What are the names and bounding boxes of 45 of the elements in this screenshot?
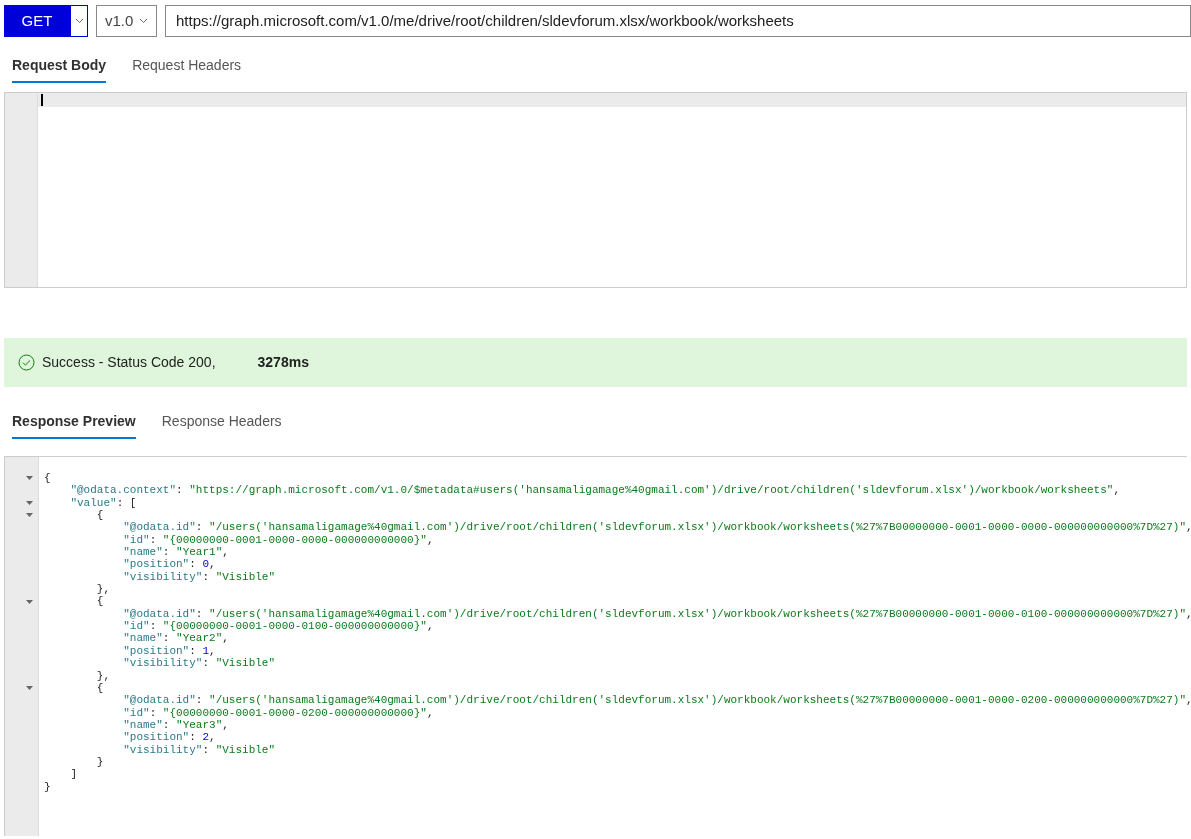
code-line: "id": "{00000000-0001-0000-0100-000000000000}",: [122, 620, 434, 633]
url-field[interactable]: https://graph.microsoft.com/v1.0/me/drive/root/children/sldevforum.xlsx/workbook/worksheets: [165, 5, 1191, 37]
fold-arrow-icon[interactable]: [26, 500, 33, 505]
code-line: }: [44, 780, 51, 793]
tab[interactable]: Request Headers: [132, 50, 242, 83]
code-line: "position": 2,: [122, 731, 216, 744]
code-line: "value": [: [69, 496, 137, 510]
text-cursor: [41, 94, 43, 106]
response-time: 3278ms: [257, 353, 309, 372]
code-line: "@odata.id": "/users('hansamaligamage%40gmail.com')/drive/root/children('sldevforum.xlsx')/workbook/worksheets(%27%7B00000000-0001-0000-0100-000000000000%7D%27)",: [122, 607, 1191, 621]
code-line: {: [44, 472, 51, 485]
method-dropdown-button[interactable]: [70, 5, 88, 37]
code-line: "visibility": "Visible": [122, 743, 276, 756]
code-line: "position": 0,: [122, 558, 216, 571]
fold-arrow-icon[interactable]: [26, 599, 33, 604]
fold-arrow-icon[interactable]: [26, 513, 33, 518]
code-line: }: [95, 755, 104, 769]
code-line: "id": "{00000000-0001-0000-0000-000000000000}",: [122, 533, 434, 547]
code-line: "id": "{00000000-0001-0000-0200-000000000000}",: [122, 706, 434, 719]
code-line: "@odata.id": "/users('hansamaligamage%40gmail.com')/drive/root/children('sldevforum.xlsx')/workbook/worksheets(%27%7B00000000-0001-0000-0200-000000000000%7D%27)",: [122, 694, 1191, 707]
status-message: Success - Status Code 200,: [42, 353, 216, 372]
tab[interactable]: Response Preview: [12, 406, 136, 439]
code-line: "name": "Year2",: [122, 632, 229, 645]
fold-arrow-icon[interactable]: [26, 686, 33, 690]
fold-arrow-icon[interactable]: [26, 476, 33, 481]
code-line: },: [95, 669, 110, 682]
code-line: "position": 1,: [122, 644, 216, 658]
code-line: "name": "Year1",: [122, 546, 229, 559]
caret-icon: [139, 18, 148, 24]
code-line: {: [95, 595, 104, 608]
code-line: {: [95, 681, 104, 695]
code-line: "@odata.id": "/users('hansamaligamage%40gmail.com')/drive/root/children('sldevforum.xlsx')/workbook/worksheets(%27%7B00000000-0001-0000-0000-000000000000%7D%27)",: [122, 521, 1191, 534]
code-line: "visibility": "Visible": [122, 570, 276, 584]
code-line: {: [95, 509, 104, 522]
check-circle-icon: [18, 354, 35, 371]
tab[interactable]: Request Body: [12, 50, 107, 83]
code-line: "visibility": "Visible": [122, 657, 276, 670]
code-line: "name": "Year3",: [122, 718, 229, 732]
method-button[interactable]: GET: [4, 5, 70, 37]
code-line: "@odata.context": "https://graph.microsoft.com/v1.0/$metadata#users('hansamaligamage%40gmail.com')/drive/root/children('sldevforum.xlsx')/workbook/worksheets",: [69, 484, 1120, 497]
version-dropdown[interactable]: v1.0: [96, 5, 157, 37]
caret-icon: [74, 18, 84, 24]
code-line: ]: [69, 768, 77, 781]
tab[interactable]: Response Headers: [161, 406, 282, 439]
code-line: },: [95, 583, 110, 596]
